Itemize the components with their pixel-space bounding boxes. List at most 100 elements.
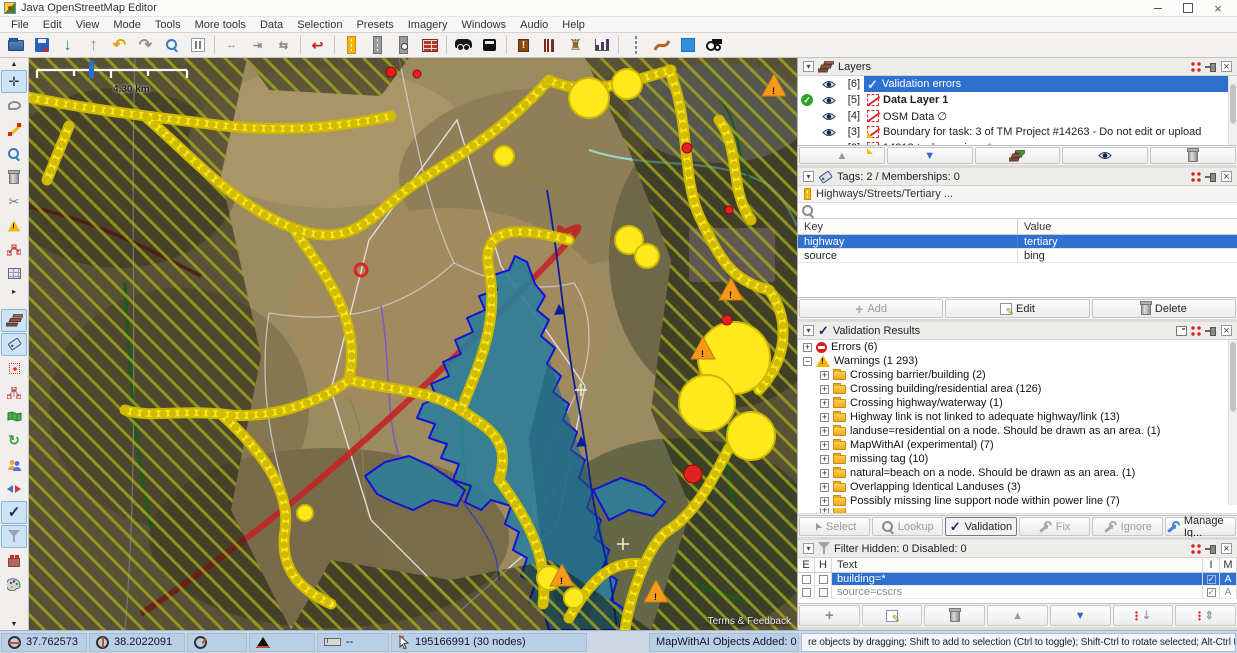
layer-row-data-layer-1[interactable]: [5] Data Layer 1: [798, 92, 1237, 108]
hide-column-header[interactable]: H: [815, 558, 832, 572]
enable-column-header[interactable]: E: [798, 558, 815, 572]
tags-panel-toggle-icon[interactable]: [1, 333, 27, 356]
menu-audio[interactable]: Audio: [513, 19, 555, 31]
angle-snap-tool-icon[interactable]: [1, 214, 27, 237]
layer-row-boundary[interactable]: [3] Boundary for task: 3 of TM Project #…: [798, 124, 1237, 140]
tractor-preset-icon[interactable]: [701, 34, 726, 56]
layer-row-osm-data[interactable]: [4] OSM Data ∅: [798, 108, 1237, 124]
menu-imagery[interactable]: Imagery: [401, 19, 455, 31]
pin-icon[interactable]: [1205, 172, 1217, 181]
reverse-filters-button[interactable]: ⇕: [1175, 605, 1236, 626]
search-icon[interactable]: [159, 34, 184, 56]
expand-icon[interactable]: [803, 343, 812, 352]
menu-presets[interactable]: Presets: [349, 19, 400, 31]
validation-panel-toggle-icon[interactable]: [1, 501, 27, 524]
draw-tool-icon[interactable]: [1, 118, 27, 141]
validation-scrollbar[interactable]: [1228, 340, 1237, 505]
pin-icon[interactable]: [1205, 544, 1217, 553]
menu-help[interactable]: Help: [555, 19, 592, 31]
expand-icon[interactable]: [820, 469, 829, 478]
inverted-checkbox[interactable]: [1207, 588, 1216, 597]
save-icon[interactable]: [29, 34, 54, 56]
wall-preset-icon[interactable]: [417, 34, 442, 56]
add-tag-button[interactable]: +Add: [799, 299, 943, 318]
open-folder-icon[interactable]: [3, 34, 28, 56]
collapse-icon[interactable]: [803, 543, 814, 554]
move-layer-down-button[interactable]: ▼: [887, 147, 973, 164]
preferences-icon[interactable]: [185, 34, 210, 56]
tree-row-warnings[interactable]: Warnings (1 293): [798, 354, 1237, 368]
menu-windows[interactable]: Windows: [455, 19, 514, 31]
close-panel-icon[interactable]: [1221, 61, 1232, 72]
sort-filters-button[interactable]: ⇣: [1113, 605, 1174, 626]
menu-edit[interactable]: Edit: [36, 19, 69, 31]
water-preset-icon[interactable]: [675, 34, 700, 56]
enable-checkbox[interactable]: [802, 575, 811, 584]
split-way-tool-icon[interactable]: ✂: [1, 190, 27, 213]
collapse-icon[interactable]: [803, 171, 814, 182]
relations-panel-toggle-icon[interactable]: [1, 381, 27, 404]
value-column-header[interactable]: Value: [1018, 219, 1237, 234]
filter-row-source-cscrs[interactable]: source=cscrs A: [798, 586, 1237, 599]
menu-file[interactable]: File: [4, 19, 36, 31]
edit-tag-button[interactable]: Edit: [945, 299, 1089, 318]
delete-layer-button[interactable]: [1150, 147, 1236, 164]
delete-filter-button[interactable]: [924, 605, 985, 626]
detach-icon[interactable]: [1191, 544, 1201, 554]
select-button[interactable]: ➤Select: [799, 517, 870, 536]
eye-icon[interactable]: [822, 96, 836, 105]
menu-selection[interactable]: Selection: [290, 19, 349, 31]
table-tool-icon[interactable]: [1, 262, 27, 285]
edit-filter-button[interactable]: [862, 605, 923, 626]
mode-column-header[interactable]: M: [1220, 558, 1237, 572]
layer-row-validation-errors[interactable]: [6] Validation errors: [798, 76, 1237, 92]
tree-row-warning-item[interactable]: Overlapping Identical Landuses (3): [798, 480, 1237, 494]
scrollbar-thumb[interactable]: [1230, 342, 1236, 412]
road-node-preset-icon[interactable]: [391, 34, 416, 56]
map-attribution-link[interactable]: Terms & Feedback: [708, 616, 791, 627]
expand-icon[interactable]: [820, 497, 829, 506]
filter-row-building[interactable]: building=* A: [798, 573, 1237, 586]
restaurant-preset-icon[interactable]: [537, 34, 562, 56]
changeset-panel-toggle-icon[interactable]: [1, 549, 27, 572]
undo-icon[interactable]: ↶: [107, 34, 132, 56]
menu-tools[interactable]: Tools: [148, 19, 188, 31]
menu-more-tools[interactable]: More tools: [188, 19, 253, 31]
scroll-down-icon[interactable]: ▼: [1, 619, 27, 629]
toggle-visibility-button[interactable]: [1062, 147, 1148, 164]
menu-mode[interactable]: Mode: [106, 19, 148, 31]
select-tool-icon[interactable]: ✛: [1, 70, 27, 93]
tree-row-warning-item[interactable]: Possibly missing line support node withi…: [798, 494, 1237, 508]
tag-search-input[interactable]: [818, 204, 1233, 217]
hide-checkbox[interactable]: [819, 575, 828, 584]
close-panel-icon[interactable]: [1221, 325, 1232, 336]
fix-button[interactable]: Fix: [1019, 517, 1090, 536]
upload-data-icon[interactable]: ↑: [81, 34, 106, 56]
minimap-toggle-icon[interactable]: [1, 405, 27, 428]
validation-button[interactable]: Validation: [945, 517, 1016, 536]
eye-icon[interactable]: [822, 80, 836, 89]
close-button[interactable]: [1203, 0, 1233, 17]
scrollbar-thumb[interactable]: [1230, 84, 1236, 124]
text-column-header[interactable]: Text: [832, 558, 1203, 572]
road-tertiary-preset-icon[interactable]: [339, 34, 364, 56]
merge-layer-button[interactable]: [975, 147, 1061, 164]
expand-icon[interactable]: [820, 441, 829, 450]
tree-row-errors[interactable]: Errors (6): [798, 340, 1237, 354]
tree-row-warning-item[interactable]: Crossing highway/waterway (1): [798, 396, 1237, 410]
expand-icon[interactable]: [820, 385, 829, 394]
window-mode-icon[interactable]: [1176, 326, 1187, 336]
detach-icon[interactable]: [1191, 172, 1201, 182]
layers-scrollbar[interactable]: [1228, 76, 1237, 147]
mapstyle-panel-toggle-icon[interactable]: [1, 573, 27, 596]
amenity-preset-icon[interactable]: [511, 34, 536, 56]
minimize-button[interactable]: [1143, 0, 1173, 17]
chart-preset-icon[interactable]: [589, 34, 614, 56]
collapse-icon[interactable]: [803, 357, 812, 366]
tree-row-warning-item[interactable]: MapWithAI (experimental) (7): [798, 438, 1237, 452]
tree-row-warning-item[interactable]: Highway link is not linked to adequate h…: [798, 410, 1237, 424]
authors-panel-toggle-icon[interactable]: [1, 453, 27, 476]
lasso-tool-icon[interactable]: [1, 94, 27, 117]
delete-tag-button[interactable]: Delete: [1092, 299, 1236, 318]
redo-icon[interactable]: ↷: [133, 34, 158, 56]
